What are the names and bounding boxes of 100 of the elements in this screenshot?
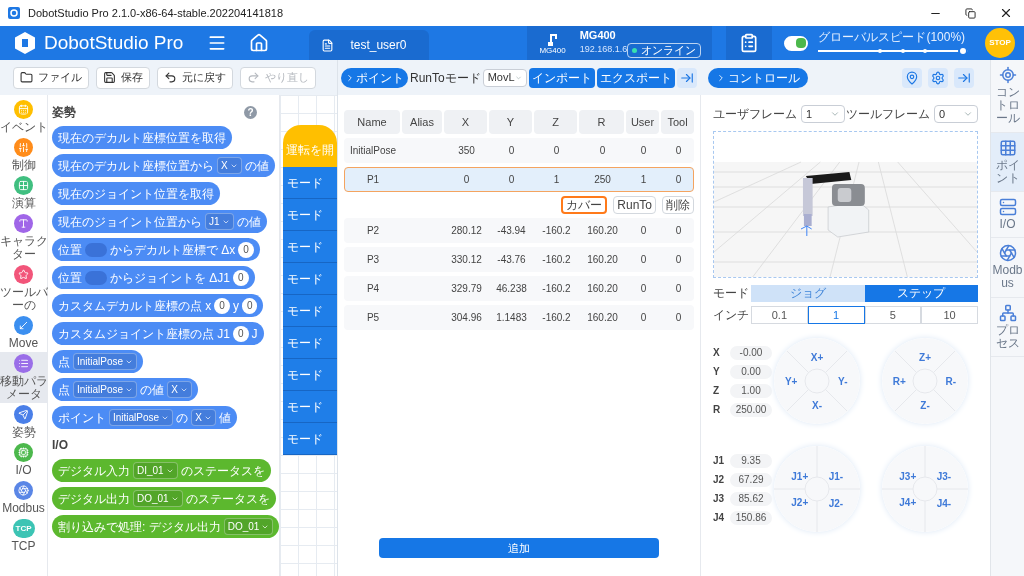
jog-button[interactable]: Y+ bbox=[784, 373, 798, 389]
block-dropdown[interactable]: X bbox=[191, 409, 216, 426]
location-icon[interactable] bbox=[902, 67, 922, 88]
help-icon[interactable]: ? bbox=[244, 105, 257, 119]
category-item[interactable]: TCP TCP bbox=[0, 517, 47, 555]
code-block[interactable]: ポイント InitialPose の X 値 bbox=[52, 406, 237, 429]
toggle-switch[interactable] bbox=[784, 35, 809, 51]
panel-button[interactable]: エクスポート bbox=[596, 67, 675, 88]
home-icon[interactable] bbox=[249, 33, 270, 53]
number-field[interactable]: 0 bbox=[214, 297, 230, 314]
table-row[interactable]: P3 330.12 -43.76 -160.2 160.20 0 0 bbox=[344, 247, 694, 272]
sidebar-item[interactable]: ポイント bbox=[991, 132, 1024, 192]
mode-tab[interactable]: ステップ bbox=[864, 284, 978, 302]
code-block[interactable]: モード bbox=[283, 391, 337, 423]
jog-button[interactable]: J1+ bbox=[791, 468, 809, 484]
code-block[interactable]: モード bbox=[283, 199, 337, 231]
user-frame-select[interactable]: 1 bbox=[801, 105, 845, 123]
speed-slider[interactable] bbox=[818, 45, 969, 56]
category-item[interactable]: 制御 bbox=[0, 136, 47, 174]
code-block[interactable]: 位置 からジョイントを ΔJ1 0 bbox=[52, 266, 255, 289]
jog-button[interactable]: J2+ bbox=[791, 494, 809, 510]
sidebar-item[interactable]: コントロール bbox=[991, 60, 1024, 133]
tool-frame-select[interactable]: 0 bbox=[934, 105, 978, 123]
sidebar-item[interactable]: I/O bbox=[991, 191, 1024, 239]
code-block[interactable]: 割り込みで処理: デジタル出力 DO_01 bbox=[52, 515, 279, 538]
category-item[interactable]: キャラクター bbox=[0, 212, 47, 263]
step-option[interactable]: 10 bbox=[921, 306, 978, 324]
toolbar-button[interactable]: 保存 bbox=[96, 66, 150, 89]
table-row[interactable]: P4 329.79 46.238 -160.2 160.20 0 0 bbox=[344, 276, 694, 301]
table-row[interactable]: P5 304.96 1.1483 -160.2 160.20 0 0 bbox=[344, 305, 694, 330]
block-dropdown[interactable]: X bbox=[167, 381, 192, 398]
step-option[interactable]: 5 bbox=[864, 306, 922, 324]
code-block[interactable]: カスタムジョイント座標の点 J1 0 J bbox=[52, 322, 264, 345]
jog-button[interactable]: J4+ bbox=[899, 494, 917, 510]
jog-button[interactable]: R- bbox=[945, 373, 957, 389]
category-item[interactable]: 姿勢 bbox=[0, 403, 47, 441]
code-block[interactable]: カスタムデカルト座標の点 x 0 y 0 bbox=[52, 294, 264, 317]
code-block[interactable]: モード bbox=[283, 231, 337, 263]
toolbar-button[interactable]: 元に戻す bbox=[157, 66, 233, 89]
jog-button[interactable]: Z- bbox=[920, 397, 930, 413]
row-action-button[interactable]: 削除 bbox=[662, 196, 694, 214]
code-block[interactable]: 現在のジョイント位置を取得 bbox=[52, 182, 220, 205]
table-row[interactable]: P1 0 0 1 250 1 0 bbox=[344, 167, 694, 192]
code-block[interactable]: モード bbox=[283, 359, 337, 391]
code-block[interactable]: 点 InitialPose bbox=[52, 350, 144, 373]
block-dropdown[interactable]: InitialPose bbox=[73, 353, 138, 370]
jog-button[interactable]: Z+ bbox=[919, 349, 931, 365]
category-item[interactable]: ツールバーの bbox=[0, 263, 47, 314]
exit-icon[interactable] bbox=[954, 67, 974, 88]
jog-button[interactable]: J2- bbox=[828, 495, 844, 511]
project-tab[interactable]: test_user0 bbox=[309, 30, 430, 60]
add-button[interactable]: 追加 bbox=[379, 538, 659, 558]
panel-button[interactable]: インポート bbox=[528, 67, 595, 88]
jog-button[interactable]: X+ bbox=[810, 349, 824, 365]
table-row[interactable]: P2 280.12 -43.94 -160.2 160.20 0 0 bbox=[344, 218, 694, 243]
block-dropdown[interactable]: InitialPose bbox=[109, 409, 174, 426]
category-item[interactable]: Modbus bbox=[0, 479, 47, 517]
sidebar-item[interactable]: プロセス bbox=[991, 297, 1024, 357]
code-block[interactable]: モード bbox=[283, 327, 337, 359]
close-icon[interactable] bbox=[999, 6, 1013, 20]
code-block[interactable]: モード bbox=[283, 167, 337, 199]
row-action-button[interactable]: RunTo bbox=[613, 196, 656, 214]
jog-button[interactable]: J1- bbox=[828, 468, 844, 484]
step-option[interactable]: 1 bbox=[807, 306, 865, 324]
code-block[interactable]: 現在のデカルト座標位置を取得 bbox=[52, 126, 232, 149]
category-item[interactable]: I/O bbox=[0, 441, 47, 479]
exit-icon[interactable] bbox=[676, 67, 697, 88]
code-block[interactable]: デジタル出力 DO_01 のステータスを bbox=[52, 487, 276, 510]
jog-button[interactable]: Y- bbox=[838, 373, 848, 389]
code-block[interactable]: 点 InitialPose の値 X bbox=[52, 378, 198, 401]
code-block[interactable]: モード bbox=[283, 423, 337, 455]
block-dropdown[interactable]: DO_01 bbox=[223, 518, 274, 535]
jog-button[interactable]: J3+ bbox=[899, 468, 917, 484]
step-option[interactable]: 0.1 bbox=[751, 306, 808, 324]
block-dropdown[interactable]: InitialPose bbox=[73, 381, 138, 398]
number-field[interactable]: 0 bbox=[233, 269, 249, 286]
jog-button[interactable]: X- bbox=[812, 397, 822, 413]
code-block[interactable]: 位置 からデカルト座標で Δx 0 bbox=[52, 238, 260, 261]
sidebar-item[interactable]: Modbus bbox=[991, 238, 1024, 298]
block-dropdown[interactable]: X bbox=[217, 157, 242, 174]
table-row[interactable]: InitialPose 350 0 0 0 0 0 bbox=[344, 138, 694, 163]
category-item[interactable]: 演算 bbox=[0, 174, 47, 212]
mode-tab[interactable]: ジョグ bbox=[751, 284, 865, 302]
category-item[interactable]: Move bbox=[0, 314, 47, 352]
category-item[interactable]: 移動パラメータ bbox=[0, 352, 47, 403]
block-dropdown[interactable]: DO_01 bbox=[133, 490, 183, 507]
toolbar-button[interactable]: ファイル bbox=[13, 66, 89, 89]
block-dropdown[interactable]: J1 bbox=[205, 213, 234, 230]
control-tab[interactable]: コントロール bbox=[708, 67, 808, 88]
number-field[interactable]: 0 bbox=[241, 297, 258, 314]
number-field[interactable]: 0 bbox=[233, 325, 249, 342]
category-item[interactable]: イベント bbox=[0, 98, 47, 136]
block-dropdown[interactable]: DI_01 bbox=[133, 462, 178, 479]
row-action-button[interactable]: カバー bbox=[561, 196, 608, 214]
code-block[interactable]: 現在のジョイント位置から J1 の値 bbox=[52, 210, 267, 233]
number-field[interactable]: 0 bbox=[238, 241, 254, 258]
restore-icon[interactable] bbox=[965, 7, 976, 19]
jog-button[interactable]: R+ bbox=[892, 373, 906, 389]
jog-button[interactable]: J4- bbox=[936, 495, 952, 511]
code-block[interactable]: 現在のデカルト座標位置から X の値 bbox=[52, 154, 275, 177]
